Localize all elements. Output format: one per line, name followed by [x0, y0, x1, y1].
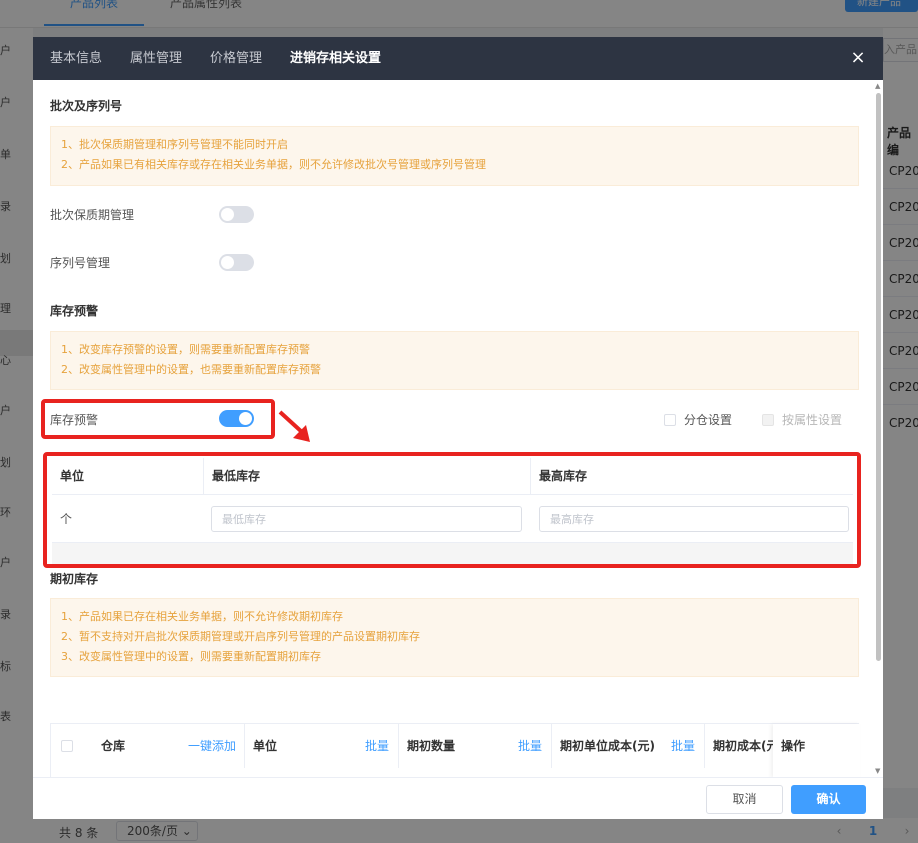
cancel-button[interactable]: 取消 [706, 785, 783, 814]
notice-initial-stock: 1、产品如果已存在相关业务单据，则不允许修改期初库存 2、暂不支持对开启批次保质… [50, 598, 859, 677]
notice-line: 1、批次保质期管理和序列号管理不能同时开启 [61, 138, 288, 151]
dialog-footer: 取消 确认 [33, 777, 883, 819]
tab-inventory-settings[interactable]: 进销存相关设置 [290, 37, 381, 80]
scroll-down-icon[interactable]: ▼ [875, 767, 880, 775]
close-icon[interactable]: × [849, 49, 867, 67]
notice-line: 1、改变库存预警的设置，则需要重新配置库存预警 [61, 343, 310, 356]
section-title-batch-serial: 批次及序列号 [50, 99, 123, 113]
highlight-box-table [43, 452, 861, 568]
switch-knob [221, 256, 234, 269]
confirm-button[interactable]: 确认 [791, 785, 866, 814]
notice-stock-warning: 1、改变库存预警的设置，则需要重新配置库存预警 2、改变属性管理中的设置，也需要… [50, 331, 859, 390]
red-arrow-icon [278, 410, 310, 442]
batch-edit-cost-link[interactable]: 批量 [671, 724, 695, 768]
batch-shelf-life-label: 批次保质期管理 [50, 208, 135, 222]
serial-number-switch[interactable] [219, 254, 254, 271]
checkbox-box [664, 413, 676, 426]
scrollbar-thumb[interactable] [876, 93, 881, 661]
notice-line: 2、暂不支持对开启批次保质期管理或开启序列号管理的产品设置期初库存 [61, 630, 420, 643]
batch-shelf-life-switch[interactable] [219, 206, 254, 223]
stock-warning-label: 库存预警 [50, 413, 99, 427]
tab-price-management[interactable]: 价格管理 [210, 37, 262, 80]
product-settings-dialog: 基本信息 属性管理 价格管理 进销存相关设置 × 批次及序列号 1、批次保质期管… [33, 37, 883, 819]
serial-number-label: 序列号管理 [50, 256, 111, 270]
switch-knob [221, 208, 234, 221]
section-title-initial-stock: 期初库存 [50, 572, 99, 586]
section-title-stock-warning: 库存预警 [50, 304, 99, 318]
by-attribute-checkbox: 按属性设置 [762, 411, 842, 428]
column-header-actions: 操作 [781, 739, 806, 753]
tab-attribute-management[interactable]: 属性管理 [130, 37, 182, 80]
tab-basic-info[interactable]: 基本信息 [50, 37, 102, 80]
notice-line: 2、产品如果已有相关库存或存在相关业务单据，则不允许修改批次号管理或序列号管理 [61, 158, 486, 171]
scroll-up-icon[interactable]: ▲ [875, 82, 880, 90]
one-click-add-link[interactable]: 一键添加 [188, 724, 236, 768]
stock-warning-switch[interactable] [219, 410, 254, 427]
by-attribute-label: 按属性设置 [782, 413, 843, 427]
batch-edit-unit-link[interactable]: 批量 [365, 724, 389, 768]
switch-knob [239, 412, 252, 425]
select-all-checkbox[interactable] [61, 740, 73, 752]
fixed-action-column: 操作 [773, 724, 860, 778]
dialog-header: 基本信息 属性管理 价格管理 进销存相关设置 × [33, 37, 883, 80]
by-warehouse-label: 分仓设置 [684, 413, 733, 427]
notice-line: 2、改变属性管理中的设置，也需要重新配置库存预警 [61, 363, 321, 376]
batch-edit-qty-link[interactable]: 批量 [518, 724, 542, 768]
notice-line: 3、改变属性管理中的设置，则需要重新配置期初库存 [61, 650, 321, 663]
notice-batch-serial: 1、批次保质期管理和序列号管理不能同时开启 2、产品如果已有相关库存或存在相关业… [50, 126, 859, 186]
by-warehouse-checkbox[interactable]: 分仓设置 [664, 411, 732, 428]
notice-line: 1、产品如果已存在相关业务单据，则不允许修改期初库存 [61, 610, 343, 623]
checkbox-box [762, 413, 774, 426]
initial-stock-table: 仓库 一键添加 单位 批量 期初数量 批量 期初单位成本(元) 批量 期初成本(… [50, 723, 860, 778]
